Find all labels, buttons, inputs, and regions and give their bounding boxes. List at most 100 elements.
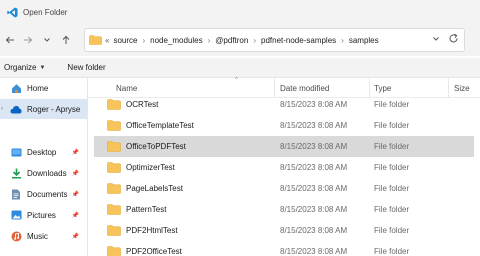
- back-button[interactable]: [1, 31, 19, 49]
- file-name: PDF2HtmlTest: [126, 226, 178, 235]
- table-row[interactable]: PDF2OfficeTest 8/15/2023 8:08 AM File fo…: [94, 241, 474, 256]
- navigation-bar: « source › node_modules › @pdftron › pdf…: [0, 24, 480, 56]
- breadcrumb-separator-icon[interactable]: ›: [253, 36, 256, 45]
- column-header-date[interactable]: Date modified: [280, 84, 329, 93]
- file-name: PageLabelsTest: [126, 184, 183, 193]
- sidebar-item-music[interactable]: Music 📌: [0, 226, 87, 246]
- table-row[interactable]: OCRTest 8/15/2023 8:08 AM File folder: [94, 94, 474, 115]
- file-date: 8/15/2023 8:08 AM: [280, 184, 348, 193]
- pictures-icon: [10, 209, 22, 221]
- breadcrumb-separator-icon[interactable]: ›: [341, 36, 344, 45]
- file-date: 8/15/2023 8:08 AM: [280, 247, 348, 256]
- file-type: File folder: [374, 121, 410, 130]
- table-row[interactable]: PageLabelsTest 8/15/2023 8:08 AM File fo…: [94, 178, 474, 199]
- file-name: OptimizerTest: [126, 163, 175, 172]
- file-date: 8/15/2023 8:08 AM: [280, 100, 348, 109]
- table-row-selected[interactable]: OfficeToPDFTest 8/15/2023 8:08 AM File f…: [94, 136, 474, 157]
- organize-label: Organize: [4, 63, 37, 72]
- breadcrumb-node-modules[interactable]: node_modules: [150, 36, 202, 45]
- column-header-name[interactable]: Name: [116, 84, 137, 93]
- breadcrumb-samples[interactable]: samples: [349, 36, 379, 45]
- table-row[interactable]: OptimizerTest 8/15/2023 8:08 AM File fol…: [94, 157, 474, 178]
- sidebar-item-home[interactable]: Home: [0, 78, 87, 98]
- column-header-size[interactable]: Size: [454, 84, 470, 93]
- breadcrumb-separator-icon[interactable]: ›: [142, 36, 145, 45]
- folder-icon: [107, 246, 121, 256]
- sidebar-item-documents[interactable]: Documents 📌: [0, 184, 87, 204]
- file-list: ^ Name Date modified Type Size OCRTest 8…: [88, 77, 480, 256]
- table-row[interactable]: PDF2HtmlTest 8/15/2023 8:08 AM File fold…: [94, 220, 474, 241]
- file-name: PDF2OfficeTest: [126, 247, 182, 256]
- vscode-icon: [7, 7, 18, 18]
- pin-icon[interactable]: 📌: [72, 191, 79, 198]
- command-bar: Organize ▼ New folder: [0, 58, 480, 78]
- cloud-icon: [10, 103, 22, 115]
- refresh-icon: [449, 33, 458, 43]
- table-row[interactable]: OfficeTemplateTest 8/15/2023 8:08 AM Fil…: [94, 115, 474, 136]
- sidebar-item-desktop[interactable]: Desktop 📌: [0, 142, 87, 162]
- arrow-right-icon: [24, 36, 33, 44]
- pin-icon[interactable]: 📌: [72, 212, 79, 219]
- sidebar-item-pictures[interactable]: Pictures 📌: [0, 205, 87, 225]
- sidebar-item-label: Home: [27, 83, 49, 93]
- up-button[interactable]: [57, 31, 75, 49]
- breadcrumb-pdfnet-node-samples[interactable]: pdfnet-node-samples: [261, 36, 336, 45]
- sidebar-item-label: Downloads: [27, 168, 67, 178]
- caret-down-icon: ▼: [39, 64, 46, 71]
- file-date: 8/15/2023 8:08 AM: [280, 226, 348, 235]
- sidebar-item-label: Music: [27, 231, 48, 241]
- new-folder-button[interactable]: New folder: [67, 63, 105, 72]
- folder-icon: [107, 162, 121, 173]
- sort-caret-icon: ^: [235, 77, 238, 83]
- folder-icon: [107, 183, 121, 194]
- window-title: Open Folder: [23, 7, 68, 17]
- breadcrumb-separator-icon[interactable]: ›: [208, 36, 211, 45]
- folder-icon: [107, 141, 121, 152]
- table-row[interactable]: PatternTest 8/15/2023 8:08 AM File folde…: [94, 199, 474, 220]
- file-name: OCRTest: [126, 100, 159, 109]
- file-date: 8/15/2023 8:08 AM: [280, 142, 348, 151]
- breadcrumb-source[interactable]: source: [113, 36, 137, 45]
- documents-icon: [10, 188, 22, 200]
- file-type: File folder: [374, 226, 410, 235]
- pin-icon[interactable]: 📌: [72, 149, 79, 156]
- sidebar-item-label: Desktop: [27, 147, 57, 157]
- organize-menu-button[interactable]: Organize ▼: [4, 63, 45, 72]
- music-icon: [10, 230, 22, 242]
- breadcrumb-pdftron[interactable]: @pdftron: [215, 36, 248, 45]
- pin-icon[interactable]: 📌: [72, 170, 79, 177]
- desktop-icon: [10, 146, 22, 158]
- folder-icon: [107, 204, 121, 215]
- arrow-left-icon: [5, 36, 14, 44]
- file-type: File folder: [374, 142, 410, 151]
- sidebar-item-label: Roger - Apryse: [27, 104, 81, 114]
- title-bar: Open Folder: [0, 0, 480, 24]
- download-icon: [10, 167, 22, 179]
- column-header-type[interactable]: Type: [374, 84, 391, 93]
- file-name: PatternTest: [126, 205, 167, 214]
- home-icon: [10, 82, 22, 94]
- address-dropdown-button[interactable]: [432, 35, 440, 45]
- pin-icon[interactable]: 📌: [72, 233, 79, 240]
- file-name: OfficeToPDFTest: [126, 142, 186, 151]
- folder-icon: [107, 99, 121, 110]
- breadcrumb-overflow[interactable]: «: [105, 36, 109, 45]
- arrow-up-icon: [62, 35, 70, 44]
- chevron-down-icon: [44, 38, 50, 42]
- forward-button[interactable]: [19, 31, 37, 49]
- navigation-pane: Home › Roger - Apryse Desktop 📌 Download…: [0, 78, 88, 256]
- file-type: File folder: [374, 184, 410, 193]
- sidebar-item-onedrive[interactable]: › Roger - Apryse: [0, 99, 87, 119]
- folder-icon: [89, 35, 102, 45]
- expand-chevron-icon[interactable]: ›: [1, 106, 3, 112]
- folder-icon: [107, 225, 121, 236]
- sidebar-item-label: Documents: [27, 189, 68, 199]
- file-type: File folder: [374, 205, 410, 214]
- sidebar-item-downloads[interactable]: Downloads 📌: [0, 163, 87, 183]
- recent-locations-button[interactable]: [38, 31, 56, 49]
- address-bar[interactable]: « source › node_modules › @pdftron › pdf…: [84, 28, 465, 52]
- file-name: OfficeTemplateTest: [126, 121, 194, 130]
- file-date: 8/15/2023 8:08 AM: [280, 121, 348, 130]
- file-date: 8/15/2023 8:08 AM: [280, 163, 348, 172]
- refresh-button[interactable]: [448, 33, 459, 47]
